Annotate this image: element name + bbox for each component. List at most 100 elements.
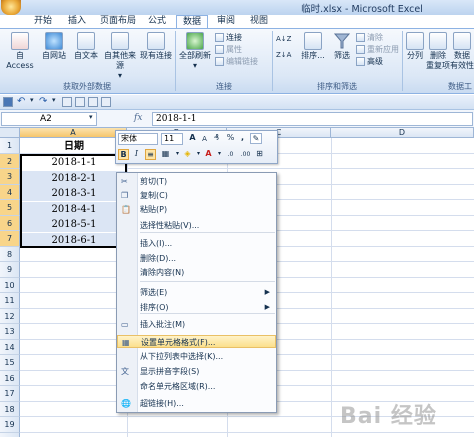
qat-icon[interactable] [75, 97, 85, 107]
connections-button[interactable]: 连接 [215, 32, 242, 43]
name-box-dropdown-icon[interactable]: ▾ [89, 113, 93, 121]
align-center-icon[interactable]: ≡ [145, 149, 156, 160]
column-header-d[interactable]: D [331, 128, 474, 138]
context-menu-item[interactable]: 排序(O) ▶ [117, 301, 276, 314]
hyperlink-icon: 🌐 [121, 399, 131, 408]
context-menu-item[interactable]: 插入(I)... [117, 237, 276, 250]
remove-duplicates-button[interactable]: 删除 重复项 [426, 32, 450, 71]
row-header[interactable]: 1 [0, 138, 20, 154]
currency-format-icon[interactable]: ₰ [211, 133, 222, 144]
comma-style-icon[interactable]: , [237, 133, 248, 144]
reapply-button[interactable]: 重新应用 [356, 44, 399, 55]
clear-filter-button[interactable]: 清除 [356, 32, 383, 43]
font-size-box[interactable]: 11 [161, 133, 183, 145]
filter-button[interactable]: 筛选 [330, 32, 354, 61]
row-header[interactable]: 5 [0, 200, 20, 216]
increase-decimal-icon[interactable]: .0 [224, 150, 237, 161]
row-header[interactable]: 18 [0, 402, 20, 417]
bold-button[interactable]: B [118, 149, 129, 160]
increase-font-icon[interactable]: A [187, 133, 198, 144]
cell-a1-header[interactable]: 日期 [21, 139, 127, 154]
redo-icon[interactable]: ↷ [39, 96, 51, 108]
font-name-box[interactable]: 宋体 [118, 133, 158, 145]
fill-color-icon[interactable]: ◈ [182, 149, 193, 160]
select-all-corner[interactable] [0, 128, 20, 138]
tab-review[interactable]: 审阅 [211, 15, 241, 28]
row-header[interactable]: 9 [0, 262, 20, 278]
merge-center-icon[interactable]: ⊞ [254, 149, 265, 160]
row-header[interactable]: 8 [0, 247, 20, 262]
menu-separator [140, 281, 275, 282]
borders-icon[interactable]: ▦ [160, 149, 171, 160]
row-header[interactable]: 19 [0, 417, 20, 433]
row-header[interactable]: 4 [0, 185, 20, 200]
tab-formulas[interactable]: 公式 [142, 15, 172, 28]
row-header[interactable]: 16 [0, 371, 20, 386]
from-text-button[interactable]: 自文本 [70, 32, 102, 61]
column-header-a[interactable]: A [20, 128, 127, 138]
context-menu-item[interactable]: 筛选(E) ▶ [117, 286, 276, 299]
font-color-icon[interactable]: A [203, 149, 214, 160]
row-header[interactable]: 11 [0, 293, 20, 309]
formula-input[interactable]: 2018-1-1 [152, 112, 473, 126]
row-header[interactable]: 14 [0, 340, 20, 355]
fx-icon[interactable]: fx [134, 113, 142, 123]
from-web-button[interactable]: 自网站 [38, 32, 70, 61]
sort-descending-button[interactable]: Z↓A [276, 50, 291, 61]
row-header[interactable]: 20 [0, 433, 20, 437]
row-header[interactable]: 7 [0, 231, 20, 247]
row-header[interactable]: 6 [0, 216, 20, 231]
context-menu-item[interactable]: 删除(D)... [117, 252, 276, 265]
save-icon[interactable] [3, 97, 13, 107]
context-menu-item[interactable]: 文 显示拼音字段(S) [117, 365, 276, 378]
data-validation-button[interactable]: 数据 有效性 [450, 32, 474, 71]
sort-ascending-button[interactable]: A↓Z [276, 34, 291, 45]
advanced-filter-button[interactable]: 高级 [356, 56, 383, 67]
context-menu-item[interactable]: 命名单元格区域(R)... [117, 380, 276, 393]
context-menu-item[interactable]: 🌐 超链接(H)... [117, 397, 276, 410]
qat-icon[interactable] [88, 97, 98, 107]
row-header[interactable]: 15 [0, 355, 20, 371]
tab-insert[interactable]: 插入 [62, 15, 92, 28]
tab-data[interactable]: 数据 [176, 15, 208, 29]
filter-label: 筛选 [334, 51, 350, 60]
tab-view[interactable]: 视图 [244, 15, 274, 28]
context-menu-item[interactable]: ▭ 插入批注(M) [117, 318, 276, 331]
tab-page-layout[interactable]: 页面布局 [96, 15, 140, 28]
refresh-all-button[interactable]: 全部刷新 ▾ [177, 32, 213, 71]
context-menu-item[interactable]: 清除内容(N) [117, 266, 276, 279]
italic-button[interactable]: I [131, 149, 142, 160]
sort-button[interactable]: 排序... [298, 32, 328, 61]
context-menu-item[interactable]: ▦ 设置单元格格式(F)... [117, 335, 276, 348]
context-menu-item[interactable]: 选择性粘贴(V)... [117, 219, 276, 232]
row-header[interactable]: 2 [0, 154, 20, 169]
decrease-decimal-icon[interactable]: .00 [239, 150, 252, 161]
properties-button[interactable]: 属性 [215, 44, 242, 55]
row-header[interactable]: 12 [0, 309, 20, 324]
existing-connections-button[interactable]: 现有连接 [140, 32, 172, 61]
row-header[interactable]: 10 [0, 278, 20, 293]
decrease-font-icon[interactable]: A [199, 134, 210, 145]
row-header[interactable]: 13 [0, 324, 20, 340]
context-menu-item[interactable]: 从下拉列表中选择(K)... [117, 350, 276, 363]
from-access-button[interactable]: 自 Access [2, 32, 38, 71]
tab-home[interactable]: 开始 [28, 15, 58, 28]
name-box[interactable]: A2 [1, 112, 97, 126]
row-header[interactable]: 17 [0, 386, 20, 402]
context-menu-item-label: 删除(D)... [140, 254, 177, 263]
edit-links-button[interactable]: 编辑链接 [215, 56, 258, 67]
qat-icon[interactable] [62, 97, 72, 107]
undo-dropdown-icon[interactable]: ▾ [30, 96, 38, 108]
text-to-columns-button[interactable]: 分列 [404, 32, 426, 61]
row-header[interactable]: 3 [0, 169, 20, 185]
context-menu-item[interactable]: ✂ 剪切(T) [117, 175, 276, 188]
context-menu-item[interactable]: ❐ 复制(C) [117, 189, 276, 202]
from-other-sources-button[interactable]: 自其他来源 ▾ [102, 32, 138, 81]
redo-dropdown-icon[interactable]: ▾ [52, 96, 60, 108]
format-painter-icon[interactable]: ✎ [250, 133, 262, 144]
percent-icon[interactable]: % [225, 133, 236, 144]
undo-icon[interactable]: ↶ [17, 96, 29, 108]
context-menu-item[interactable]: 📋 粘贴(P) [117, 203, 276, 216]
qat-icon[interactable] [101, 97, 111, 107]
office-button[interactable] [1, 0, 21, 15]
